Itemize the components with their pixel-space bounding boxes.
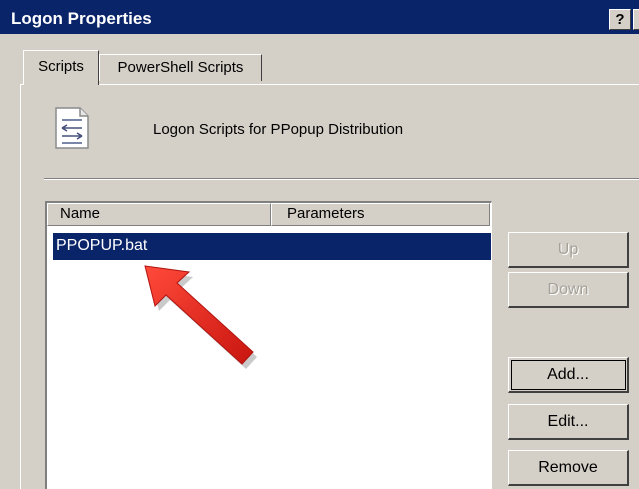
script-name: PPOPUP.bat xyxy=(56,237,148,254)
edit-button[interactable]: Edit... xyxy=(508,404,629,440)
separator xyxy=(44,178,639,180)
title-bar[interactable]: Logon Properties ? X xyxy=(0,0,639,34)
tab-powershell-scripts[interactable]: PowerShell Scripts xyxy=(99,54,262,81)
tab-label: PowerShell Scripts xyxy=(117,59,244,76)
down-button[interactable]: Down xyxy=(508,272,629,308)
scripts-list[interactable]: Name Parameters PPOPUP.bat xyxy=(45,201,492,489)
tab-label: Scripts xyxy=(38,58,84,75)
red-arrow-icon xyxy=(144,265,257,369)
column-header-parameters[interactable]: Parameters xyxy=(271,203,490,226)
remove-button[interactable]: Remove xyxy=(508,450,629,486)
tab-scripts[interactable]: Scripts xyxy=(23,50,99,85)
help-button[interactable]: ? xyxy=(609,9,631,30)
window-title: Logon Properties xyxy=(11,9,152,28)
list-item[interactable]: PPOPUP.bat xyxy=(53,233,491,260)
logon-properties-dialog: Logon Properties ? X PowerShell Scripts … xyxy=(0,0,639,489)
script-file-icon xyxy=(55,107,89,149)
add-button[interactable]: Add... xyxy=(508,357,629,393)
scripts-header-text: Logon Scripts for PPopup Distribution xyxy=(153,121,404,138)
close-button[interactable]: X xyxy=(633,9,639,30)
up-button[interactable]: Up xyxy=(508,232,629,268)
column-header-name[interactable]: Name xyxy=(47,203,271,226)
